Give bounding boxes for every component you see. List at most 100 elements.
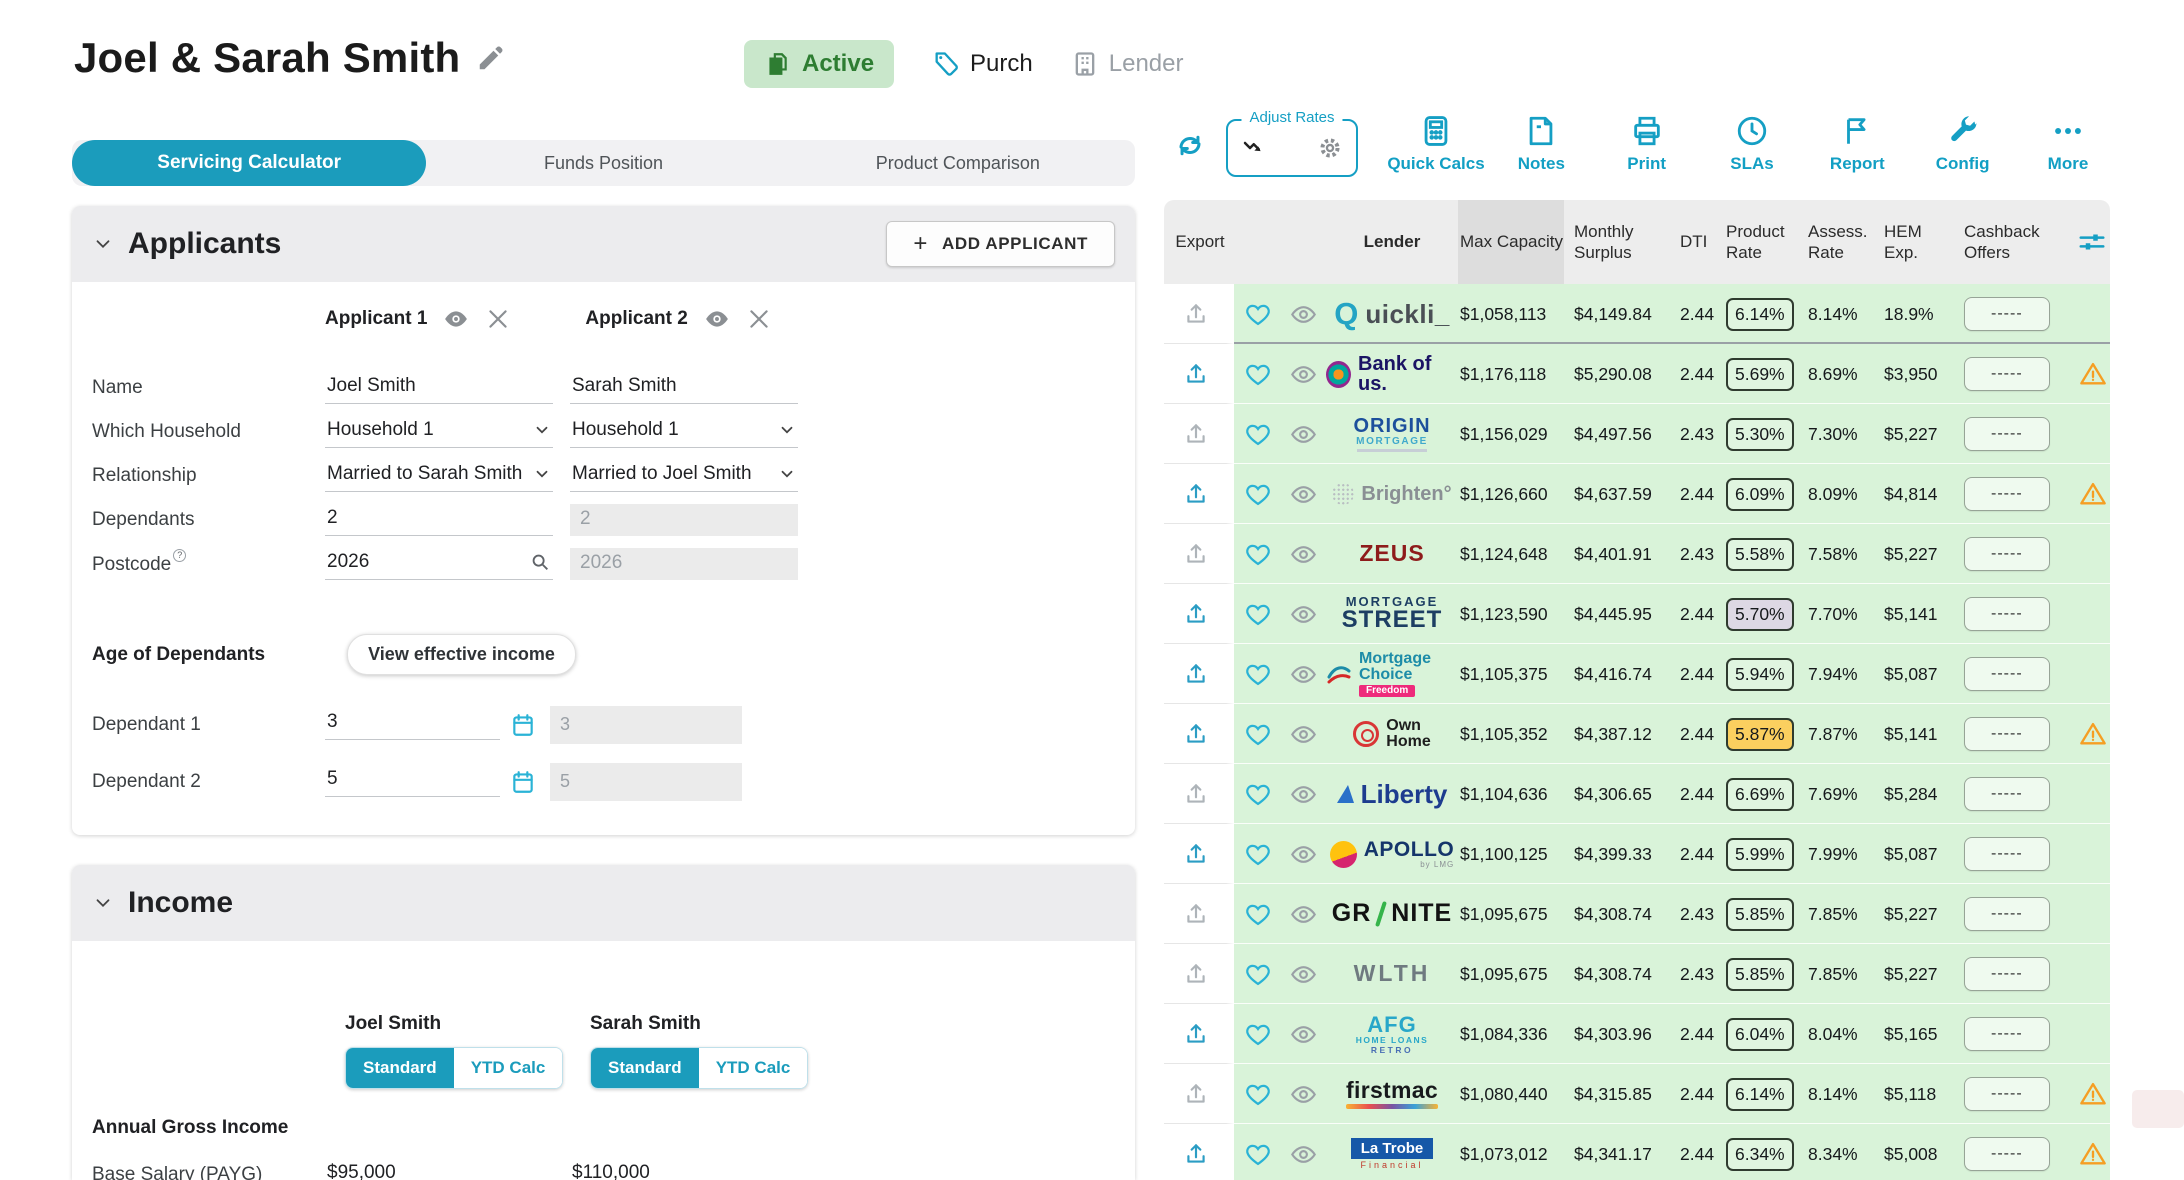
- cashback-button[interactable]: -----: [1964, 957, 2050, 991]
- cashback-button[interactable]: -----: [1964, 1017, 2050, 1051]
- dependant-age-input[interactable]: 3: [325, 709, 500, 740]
- favourite-button[interactable]: [1234, 600, 1280, 628]
- column-header-cashback-offers[interactable]: Cashback Offers: [1962, 221, 2052, 264]
- favourite-button[interactable]: [1234, 480, 1280, 508]
- applicant-2-field[interactable]: 2026: [570, 548, 798, 580]
- view-details-button[interactable]: [1280, 721, 1324, 748]
- export-button[interactable]: [1164, 644, 1234, 704]
- view-details-button[interactable]: [1280, 1021, 1324, 1048]
- export-button[interactable]: [1164, 1124, 1234, 1180]
- cashback-button[interactable]: -----: [1964, 357, 2050, 391]
- rates-settings-gear-icon[interactable]: [1316, 134, 1344, 162]
- cashback-button[interactable]: -----: [1964, 897, 2050, 931]
- applicant-2-remove-icon[interactable]: [746, 306, 772, 332]
- toggle-standard-option[interactable]: Standard: [346, 1048, 454, 1088]
- export-button[interactable]: [1164, 884, 1234, 944]
- applicant-2-field[interactable]: 2: [570, 504, 798, 536]
- favourite-button[interactable]: [1234, 660, 1280, 688]
- favourite-button[interactable]: [1234, 1020, 1280, 1048]
- tab-product-comparison[interactable]: Product Comparison: [781, 140, 1135, 186]
- income-section-header[interactable]: Income: [72, 865, 1135, 941]
- income-value-applicant-1[interactable]: $95,000: [325, 1160, 517, 1180]
- favourite-button[interactable]: [1234, 960, 1280, 988]
- product-rate-cell[interactable]: 5.85%: [1724, 898, 1806, 931]
- view-details-button[interactable]: [1280, 1141, 1324, 1168]
- config-button[interactable]: Config: [1913, 114, 2013, 174]
- applicant-1-remove-icon[interactable]: [485, 306, 511, 332]
- export-button[interactable]: [1164, 584, 1234, 644]
- cashback-button[interactable]: -----: [1964, 1077, 2050, 1111]
- export-button[interactable]: [1164, 944, 1234, 1004]
- product-rate-cell[interactable]: 6.04%: [1724, 1018, 1806, 1051]
- export-button[interactable]: [1164, 464, 1234, 524]
- lender-logo[interactable]: WLTH: [1324, 962, 1458, 985]
- column-header-product-rate[interactable]: Product Rate: [1724, 221, 1794, 264]
- lender-logo[interactable]: OwnHome: [1324, 718, 1458, 751]
- product-rate-cell[interactable]: 5.85%: [1724, 958, 1806, 991]
- product-rate-cell[interactable]: 5.30%: [1724, 418, 1806, 451]
- toggle-ytd-option[interactable]: YTD Calc: [699, 1048, 808, 1088]
- cashback-button[interactable]: -----: [1964, 777, 2050, 811]
- favourite-button[interactable]: [1234, 1080, 1280, 1108]
- product-rate-cell[interactable]: 5.58%: [1724, 538, 1806, 571]
- lender-logo[interactable]: AFGHOME LOANSRETRO: [1324, 1014, 1458, 1055]
- report-button[interactable]: Report: [1807, 114, 1907, 174]
- favourite-button[interactable]: [1234, 300, 1280, 328]
- search-icon[interactable]: [529, 551, 551, 573]
- chevron-down-icon[interactable]: [778, 421, 796, 439]
- adjust-rates-control[interactable]: Adjust Rates: [1226, 119, 1358, 177]
- export-button[interactable]: [1164, 764, 1234, 824]
- more-button[interactable]: More: [2018, 114, 2118, 174]
- sync-button[interactable]: [1168, 122, 1212, 166]
- column-header-assess-rate[interactable]: Assess. Rate: [1806, 221, 1874, 264]
- cashback-button[interactable]: -----: [1964, 477, 2050, 511]
- chevron-down-icon[interactable]: [92, 892, 114, 914]
- column-header-hem-exp[interactable]: HEM Exp.: [1882, 221, 1938, 264]
- cashback-button[interactable]: -----: [1964, 657, 2050, 691]
- product-rate-cell[interactable]: 5.70%: [1724, 598, 1806, 631]
- cashback-button[interactable]: -----: [1964, 297, 2050, 331]
- product-rate-cell[interactable]: 5.69%: [1724, 358, 1806, 391]
- notes-button[interactable]: Notes: [1491, 114, 1591, 174]
- product-rate-cell[interactable]: 6.34%: [1724, 1138, 1806, 1171]
- lender-logo[interactable]: ORIGINMORTGAGE: [1324, 416, 1458, 452]
- calendar-icon[interactable]: [510, 769, 536, 795]
- income-value-applicant-2[interactable]: $110,000: [570, 1160, 762, 1180]
- view-details-button[interactable]: [1280, 901, 1324, 928]
- column-header-export[interactable]: Export: [1164, 231, 1234, 252]
- export-button[interactable]: [1164, 824, 1234, 884]
- view-details-button[interactable]: [1280, 661, 1324, 688]
- lender-logo[interactable]: firstmac: [1324, 1079, 1458, 1109]
- cashback-button[interactable]: -----: [1964, 837, 2050, 871]
- favourite-button[interactable]: [1234, 360, 1280, 388]
- cashback-button[interactable]: -----: [1964, 717, 2050, 751]
- view-details-button[interactable]: [1280, 361, 1324, 388]
- export-button[interactable]: [1164, 404, 1234, 464]
- view-effective-income-button[interactable]: View effective income: [347, 634, 576, 675]
- toggle-standard-option[interactable]: Standard: [591, 1048, 699, 1088]
- product-rate-cell[interactable]: 6.09%: [1724, 478, 1806, 511]
- favourite-button[interactable]: [1234, 1140, 1280, 1168]
- export-button[interactable]: [1164, 1064, 1234, 1124]
- chevron-down-icon[interactable]: [533, 421, 551, 439]
- lender-logo[interactable]: Mortgage ChoiceFreedom: [1324, 651, 1458, 698]
- lender-logo[interactable]: Brighten°: [1324, 483, 1458, 505]
- slas-button[interactable]: SLAs: [1702, 114, 1802, 174]
- dependant-age-input[interactable]: 5: [325, 766, 500, 797]
- view-details-button[interactable]: [1280, 601, 1324, 628]
- view-details-button[interactable]: [1280, 961, 1324, 988]
- column-header-max-capacity[interactable]: Max Capacity: [1458, 200, 1564, 284]
- applicant-2-field[interactable]: Sarah Smith: [570, 372, 798, 404]
- column-header-monthly-surplus[interactable]: Monthly Surplus: [1572, 221, 1660, 264]
- applicant-1-field[interactable]: 2: [325, 504, 553, 536]
- view-details-button[interactable]: [1280, 301, 1324, 328]
- column-settings-button[interactable]: [2074, 227, 2110, 257]
- favourite-button[interactable]: [1234, 840, 1280, 868]
- toggle-ytd-option[interactable]: YTD Calc: [454, 1048, 563, 1088]
- applicant-1-visibility-icon[interactable]: [443, 306, 469, 332]
- lender-logo[interactable]: La TrobeFinancial: [1324, 1138, 1458, 1170]
- lender-logo[interactable]: Bank of us.: [1324, 354, 1458, 395]
- cashback-button[interactable]: -----: [1964, 417, 2050, 451]
- cashback-button[interactable]: -----: [1964, 597, 2050, 631]
- export-button[interactable]: [1164, 524, 1234, 584]
